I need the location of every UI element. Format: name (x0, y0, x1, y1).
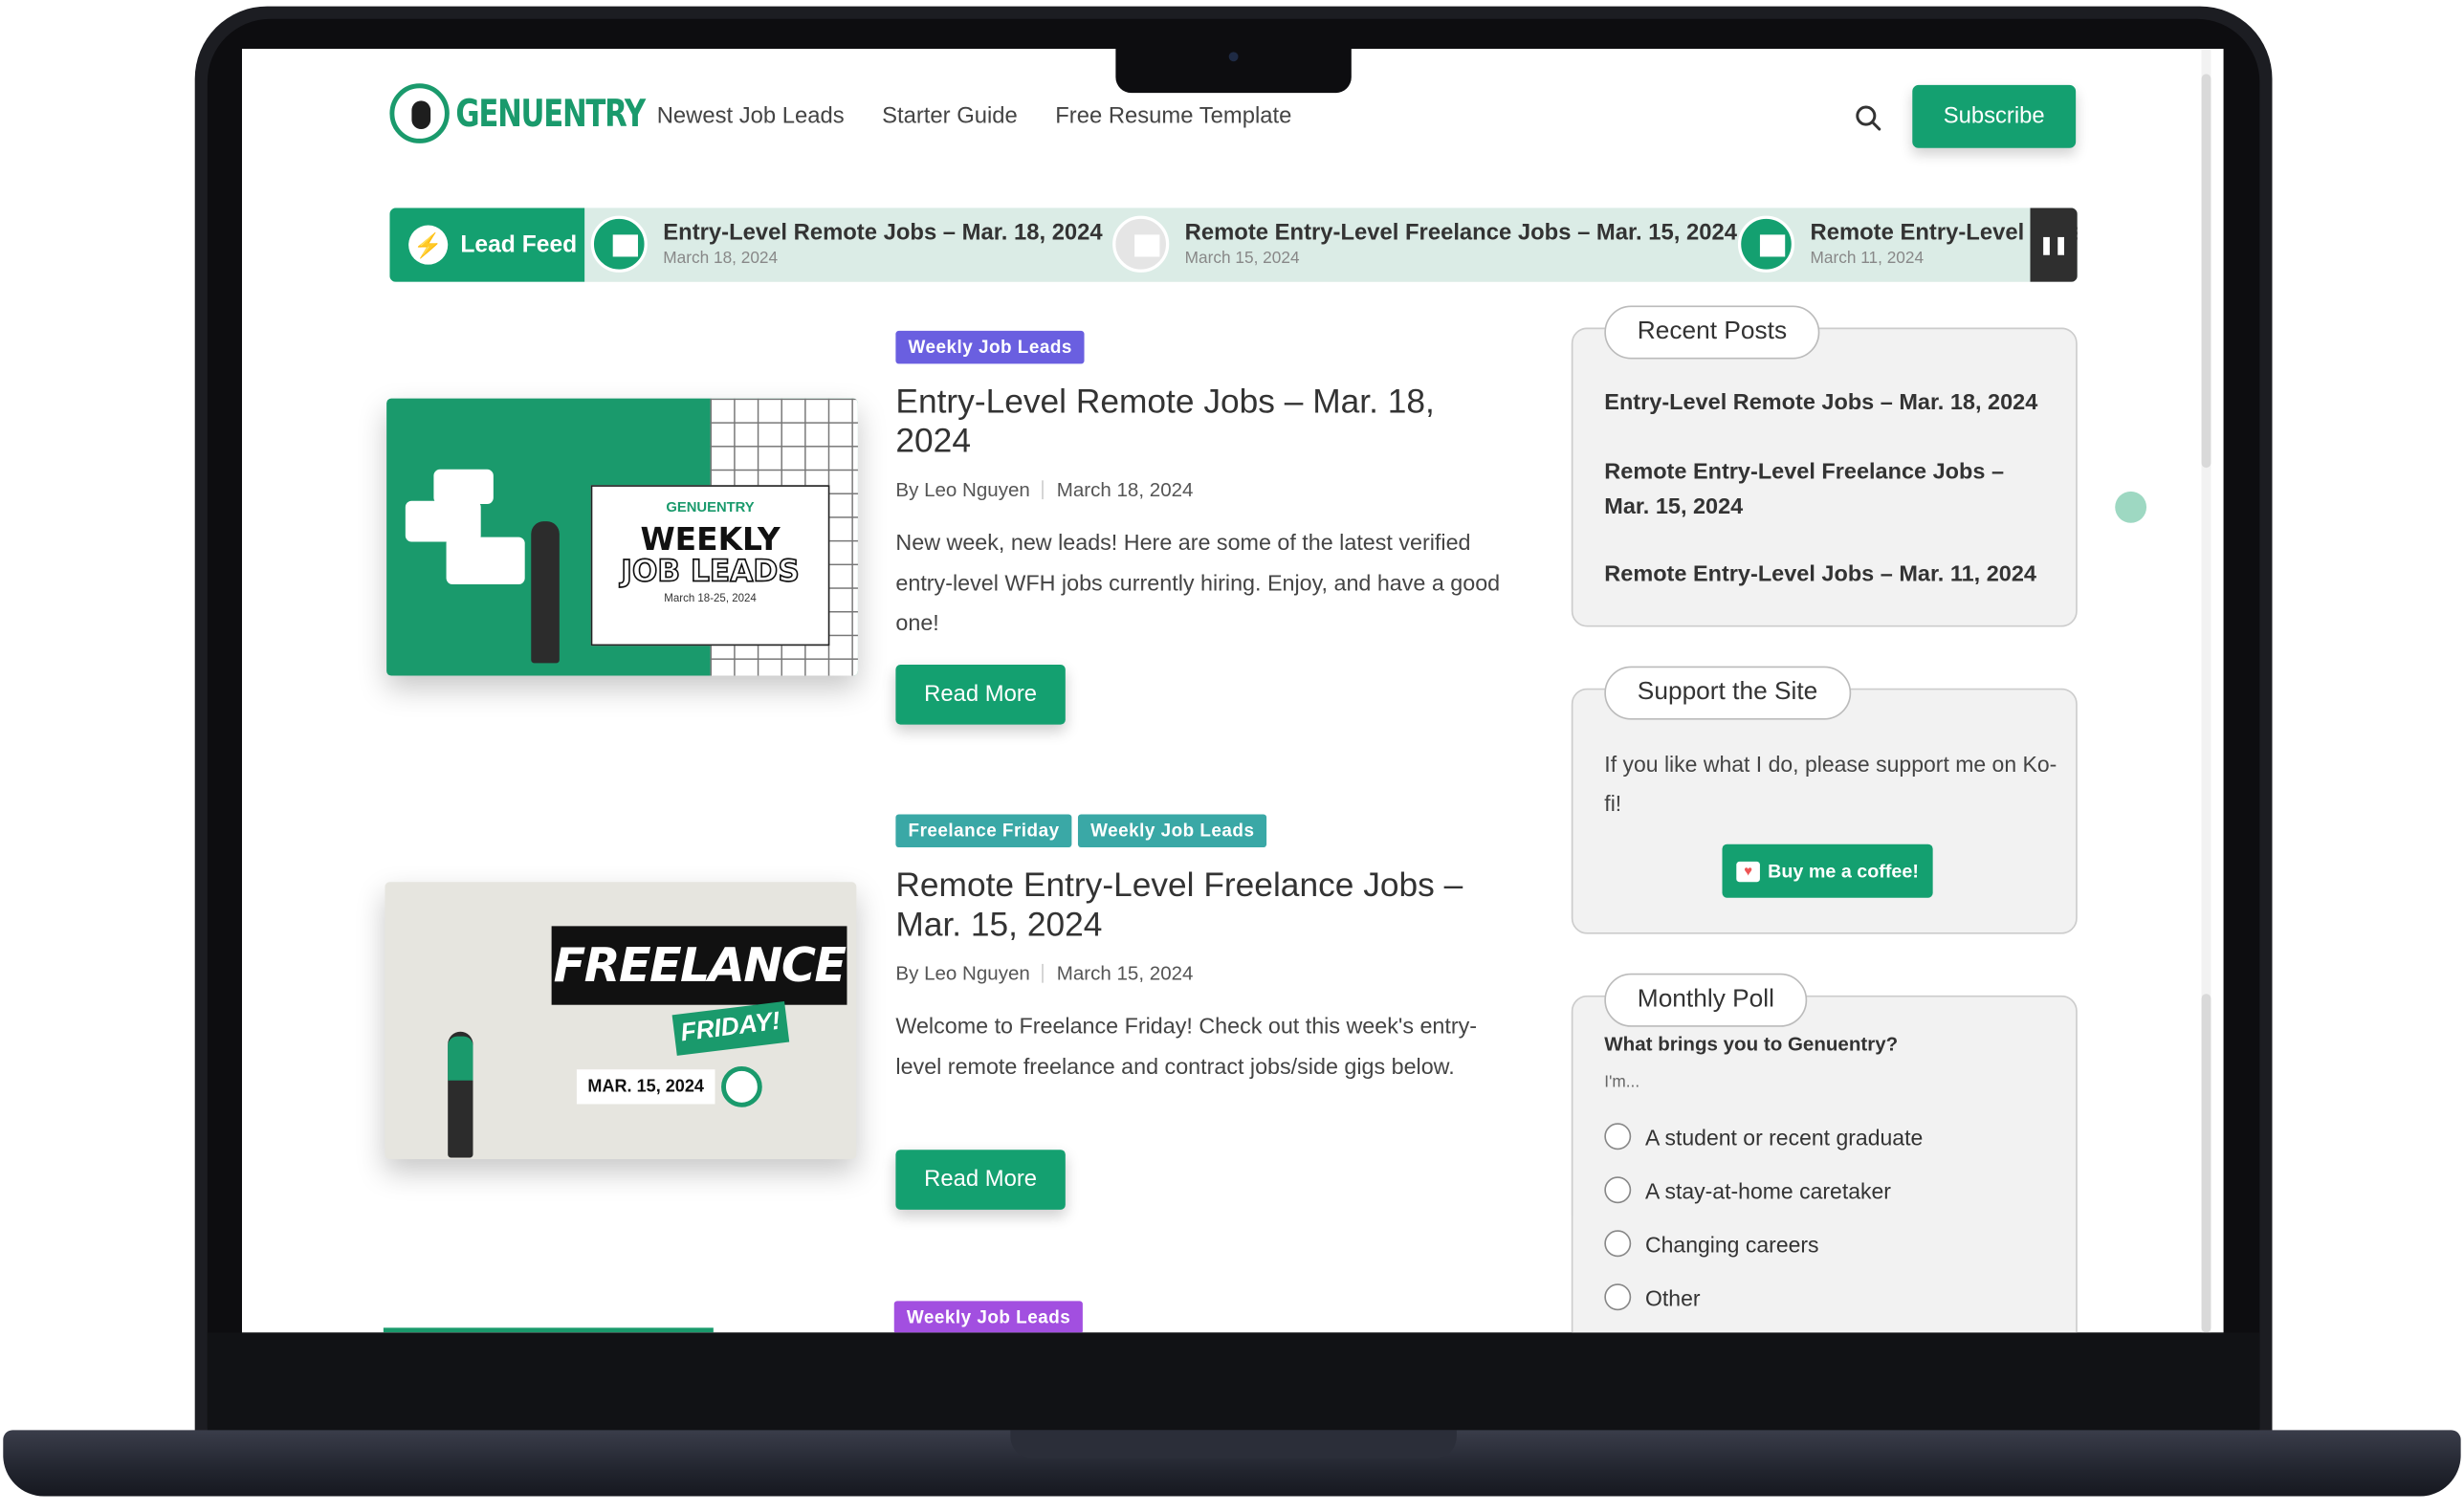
poll-option[interactable]: A student or recent graduate (1604, 1123, 1923, 1150)
thumbnail-date: MAR. 15, 2024 (576, 1069, 715, 1105)
post-title[interactable]: Entry-Level Remote Jobs – Mar. 18, 2024 (895, 383, 1477, 461)
radio-button[interactable] (1604, 1283, 1632, 1311)
radio-button[interactable] (1604, 1123, 1632, 1150)
poll-option-label: Other (1645, 1284, 1701, 1310)
poll-option-label: A student or recent graduate (1645, 1124, 1924, 1150)
ticker-thumbnail (1737, 215, 1795, 273)
illustration-paper (405, 500, 481, 542)
post-thumbnail-partial[interactable] (383, 1327, 714, 1333)
logo-text: GENUENTRY (455, 91, 646, 136)
poll-option-label: Changing careers (1645, 1231, 1819, 1257)
read-more-button[interactable]: Read More (895, 1150, 1066, 1210)
thumbnail-subheadline: JOB LEADS (620, 554, 800, 589)
kofi-button-label: Buy me a coffee! (1768, 860, 1919, 883)
recent-post-link[interactable]: Remote Entry-Level Freelance Jobs – Mar.… (1604, 457, 2044, 525)
post-date: March 15, 2024 (1056, 962, 1194, 985)
recent-post-link[interactable]: Remote Entry-Level Jobs – Mar. 11, 2024 (1604, 559, 2044, 593)
scrollbar-thumb-secondary[interactable] (2201, 994, 2211, 1333)
camera-icon (1228, 52, 1239, 62)
poll-subtitle: I'm... (1604, 1072, 1640, 1092)
site-logo[interactable]: GENUENTRY (389, 83, 697, 143)
thumbnail-headline: FREELANCE (551, 926, 847, 1005)
illustration-person (531, 521, 560, 664)
ticker-item-date: March 15, 2024 (1184, 249, 1300, 268)
thumbnail-subheadline: FRIDAY! (671, 1000, 790, 1056)
post-excerpt: New week, new leads! Here are some of th… (895, 531, 1501, 637)
poll-option[interactable]: A stay-at-home caretaker (1604, 1176, 1891, 1204)
post-date: March 18, 2024 (1056, 478, 1194, 501)
tag-weekly-job-leads[interactable]: Weekly Job Leads (895, 330, 1086, 364)
ticker-item[interactable]: Remote Entry-Level Freelance Jobs – Mar.… (1112, 215, 1737, 273)
post-author[interactable]: By Leo Nguyen (895, 962, 1029, 984)
ticker-thumbnail (1112, 215, 1170, 273)
floating-dot (2115, 491, 2147, 523)
lightning-icon: ⚡ (408, 225, 449, 265)
recent-post-link[interactable]: Entry-Level Remote Jobs – Mar. 18, 2024 (1604, 387, 2044, 421)
ticker-label: ⚡ Lead Feed (389, 208, 585, 282)
search-icon[interactable] (1855, 104, 1883, 133)
tag-weekly-job-leads[interactable]: Weekly Job Leads (1077, 814, 1267, 848)
post-thumbnail[interactable]: FREELANCE FRIDAY! MAR. 15, 2024 (385, 882, 857, 1160)
thumbnail-brand: GENUENTRY (666, 499, 755, 515)
ticker-item[interactable]: Entry-Level Remote Jobs – Mar. 18, 2024 … (590, 215, 1103, 273)
laptop-mockup: GENUENTRY Newest Job Leads Starter Guide… (0, 0, 2464, 1512)
poll-question: What brings you to Genuentry? (1604, 1033, 1899, 1056)
widget-title: Support the Site (1604, 666, 1851, 720)
ticker-item-title: Entry-Level Remote Jobs – Mar. 18, 2024 (663, 220, 1103, 246)
nav-free-resume-template[interactable]: Free Resume Template (1055, 104, 1291, 129)
thumbnail-card: GENUENTRY WEEKLY JOB LEADS March 18-25, … (590, 485, 830, 646)
ticker-thumbnail (590, 215, 648, 273)
post-meta: By Leo Nguyen March 18, 2024 (895, 479, 1193, 501)
meta-divider (1042, 963, 1045, 983)
laptop-opening-notch (1010, 1430, 1457, 1459)
screen-chin (207, 1332, 2260, 1434)
ticker-item-date: March 18, 2024 (663, 249, 779, 268)
thumbnail-headline: WEEKLY (640, 519, 781, 559)
tag-weekly-job-leads[interactable]: Weekly Job Leads (893, 1301, 1084, 1333)
logo-mouse-icon (389, 83, 450, 143)
subscribe-button[interactable]: Subscribe (1912, 84, 2077, 148)
poll-option[interactable]: Other (1604, 1283, 1701, 1311)
tag-freelance-friday[interactable]: Freelance Friday (895, 814, 1072, 848)
ticker-item[interactable]: Remote Entry-Level Jobs – Mar. 11, 2024 … (1737, 215, 2078, 273)
post-author[interactable]: By Leo Nguyen (895, 479, 1029, 501)
coffee-cup-icon: ♥ (1736, 861, 1760, 882)
radio-button[interactable] (1604, 1230, 1632, 1258)
widget-title: Monthly Poll (1604, 973, 1808, 1027)
kofi-button[interactable]: ♥ Buy me a coffee! (1722, 844, 1933, 898)
nav-newest-job-leads[interactable]: Newest Job Leads (657, 104, 845, 129)
main-nav: Newest Job Leads Starter Guide Free Resu… (657, 104, 1292, 129)
support-widget: Support the Site If you like what I do, … (1571, 666, 2078, 934)
recent-posts-widget: Recent Posts Entry-Level Remote Jobs – M… (1571, 305, 2078, 627)
ticker-label-text: Lead Feed (460, 231, 578, 259)
post-title[interactable]: Remote Entry-Level Freelance Jobs – Mar.… (895, 866, 1477, 945)
poll-option-label: A stay-at-home caretaker (1645, 1177, 1891, 1203)
nav-starter-guide[interactable]: Starter Guide (882, 104, 1018, 129)
post-meta: By Leo Nguyen March 15, 2024 (895, 962, 1193, 984)
lead-feed-ticker: ⚡ Lead Feed Entry-Level Remote Jobs – Ma… (389, 208, 2078, 282)
post-excerpt: Welcome to Freelance Friday! Check out t… (895, 1014, 1478, 1080)
post-thumbnail[interactable]: GENUENTRY WEEKLY JOB LEADS March 18-25, … (386, 398, 858, 676)
ticker-item-title: Remote Entry-Level Freelance Jobs – Mar.… (1184, 220, 1737, 246)
illustration-shirt (448, 1036, 473, 1081)
illustration-paper (446, 537, 525, 584)
scrollbar-thumb[interactable] (2201, 74, 2211, 469)
poll-widget: Monthly Poll What brings you to Genuentr… (1571, 973, 2078, 1333)
illustration-paper (433, 469, 494, 505)
browser-viewport: GENUENTRY Newest Job Leads Starter Guide… (241, 49, 2224, 1333)
pause-icon[interactable]: ❚❚ (2030, 208, 2078, 282)
radio-button[interactable] (1604, 1176, 1632, 1204)
widget-title: Recent Posts (1604, 305, 1820, 360)
thumbnail-dates: March 18-25, 2024 (664, 593, 757, 605)
logo-mouse-icon (721, 1065, 762, 1107)
poll-option[interactable]: Changing careers (1604, 1230, 1819, 1258)
support-text: If you like what I do, please support me… (1604, 751, 2057, 817)
read-more-button[interactable]: Read More (895, 664, 1066, 725)
meta-divider (1042, 480, 1045, 500)
